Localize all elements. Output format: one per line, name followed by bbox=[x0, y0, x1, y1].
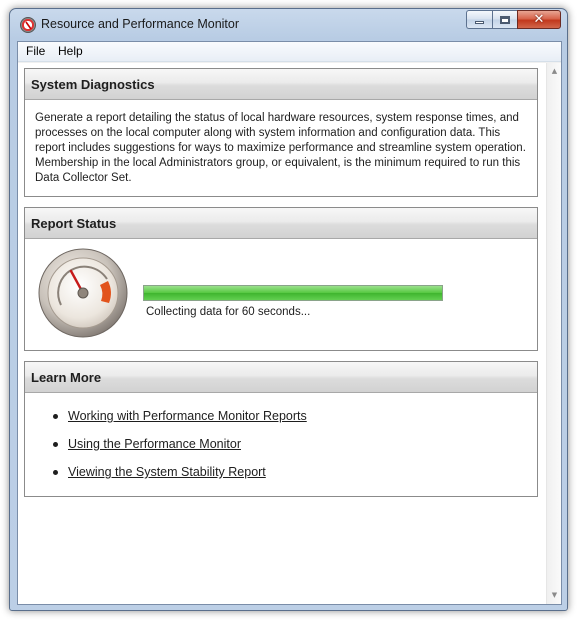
bullet-icon bbox=[53, 442, 58, 447]
menu-bar: File Help bbox=[18, 42, 561, 62]
panel-title: System Diagnostics bbox=[31, 77, 155, 92]
maximize-button[interactable] bbox=[492, 10, 517, 29]
client-area: File Help System Diagnostics Generate a … bbox=[17, 41, 562, 605]
app-window: Resource and Performance Monitor ✕ File … bbox=[9, 8, 568, 611]
panel-header: Learn More bbox=[25, 362, 537, 393]
menu-file[interactable]: File bbox=[26, 44, 45, 58]
window-title: Resource and Performance Monitor bbox=[41, 17, 240, 31]
scroll-up-icon[interactable]: ▲ bbox=[550, 67, 559, 76]
performance-monitor-icon[interactable] bbox=[20, 17, 36, 33]
diagnostics-description: Generate a report detailing the status o… bbox=[35, 112, 526, 184]
title-bar[interactable]: Resource and Performance Monitor ✕ bbox=[10, 9, 567, 41]
panel-header: Report Status bbox=[25, 208, 537, 239]
report-content: System Diagnostics Generate a report det… bbox=[18, 63, 546, 604]
panel-header: System Diagnostics bbox=[25, 69, 537, 100]
panel-title: Learn More bbox=[31, 370, 102, 385]
link-system-stability-report[interactable]: Viewing the System Stability Report bbox=[68, 465, 266, 479]
system-diagnostics-panel: System Diagnostics Generate a report det… bbox=[24, 68, 538, 197]
progress-status-text: Collecting data for 60 seconds... bbox=[146, 306, 311, 318]
minimize-icon bbox=[475, 21, 484, 24]
scroll-down-icon[interactable]: ▼ bbox=[550, 591, 559, 600]
progress-bar-fill bbox=[144, 286, 442, 300]
menu-help[interactable]: Help bbox=[58, 44, 83, 58]
close-icon: ✕ bbox=[533, 12, 545, 27]
link-using-performance-monitor[interactable]: Using the Performance Monitor bbox=[68, 437, 241, 451]
minimize-button[interactable] bbox=[466, 10, 492, 29]
panel-title: Report Status bbox=[31, 216, 117, 231]
close-button[interactable]: ✕ bbox=[517, 10, 561, 29]
link-performance-monitor-reports[interactable]: Working with Performance Monitor Reports bbox=[68, 409, 307, 423]
vertical-scrollbar[interactable]: ▲ ▼ bbox=[546, 63, 561, 604]
bullet-icon bbox=[53, 414, 58, 419]
performance-gauge-icon bbox=[37, 247, 129, 339]
caption-buttons: ✕ bbox=[466, 10, 561, 30]
learn-more-panel: Learn More Working with Performance Moni… bbox=[24, 361, 538, 497]
report-status-panel: Report Status Collecting data for 60 sec… bbox=[24, 207, 538, 351]
bullet-icon bbox=[53, 470, 58, 475]
progress-bar bbox=[143, 285, 443, 301]
maximize-icon bbox=[500, 15, 510, 24]
